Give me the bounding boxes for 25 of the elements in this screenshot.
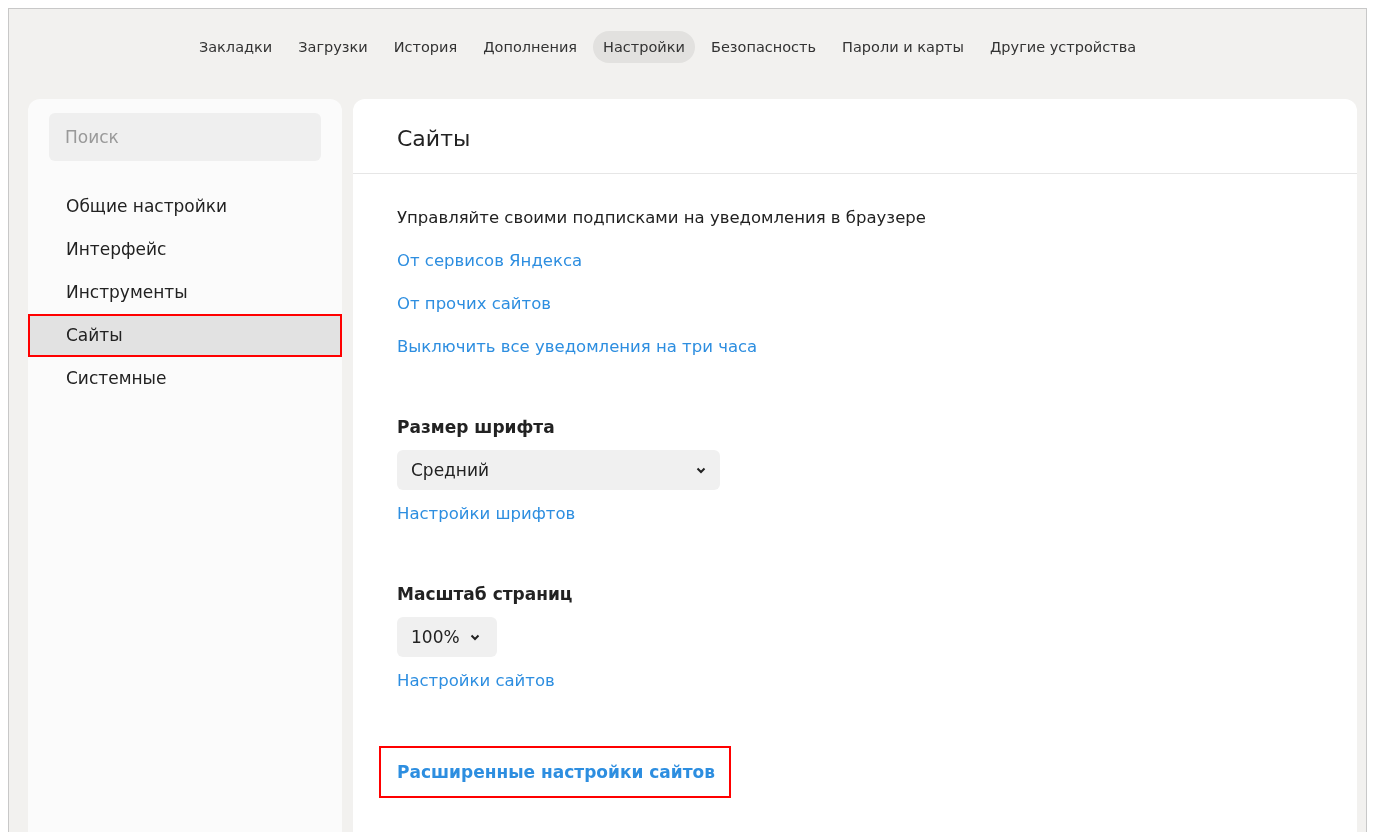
dropdown[interactable]: 100% [397,617,497,657]
dropdown[interactable]: Средний [397,450,720,490]
nav-tab[interactable]: Пароли и карты [832,31,975,63]
sidebar-item[interactable]: Интерфейс [28,228,342,271]
chevron-down-icon [469,633,480,641]
search-field[interactable]: Поиск [49,113,321,161]
chevron-down-icon [696,466,706,474]
settings-link[interactable]: Настройки сайтов [397,659,555,702]
nav-tab[interactable]: Безопасность [700,31,827,63]
settings-link[interactable]: От сервисов Яндекса [397,239,583,282]
settings-link[interactable]: От прочих сайтов [397,282,552,325]
nav-tab[interactable]: Другие устройства [980,31,1147,63]
nav-tab[interactable]: Загрузки [288,31,378,63]
nav-tab[interactable]: История [383,31,468,63]
nav-tab[interactable]: Дополнения [473,31,588,63]
nav-tab[interactable]: Закладки [188,31,283,63]
sidebar-item[interactable]: Общие настройки [28,185,342,228]
sidebar-item[interactable]: Инструменты [28,271,342,314]
sidebar-item[interactable]: Системные [28,357,342,400]
section-heading: Масштаб страниц [397,583,573,606]
nav-tab[interactable]: Настройки [593,31,695,63]
sidebar-item[interactable]: Сайты [28,314,342,357]
page-title: Сайты [397,124,471,151]
section-heading: Размер шрифта [397,416,555,439]
description-text: Управляйте своими подписками на уведомления в браузере [397,207,926,229]
